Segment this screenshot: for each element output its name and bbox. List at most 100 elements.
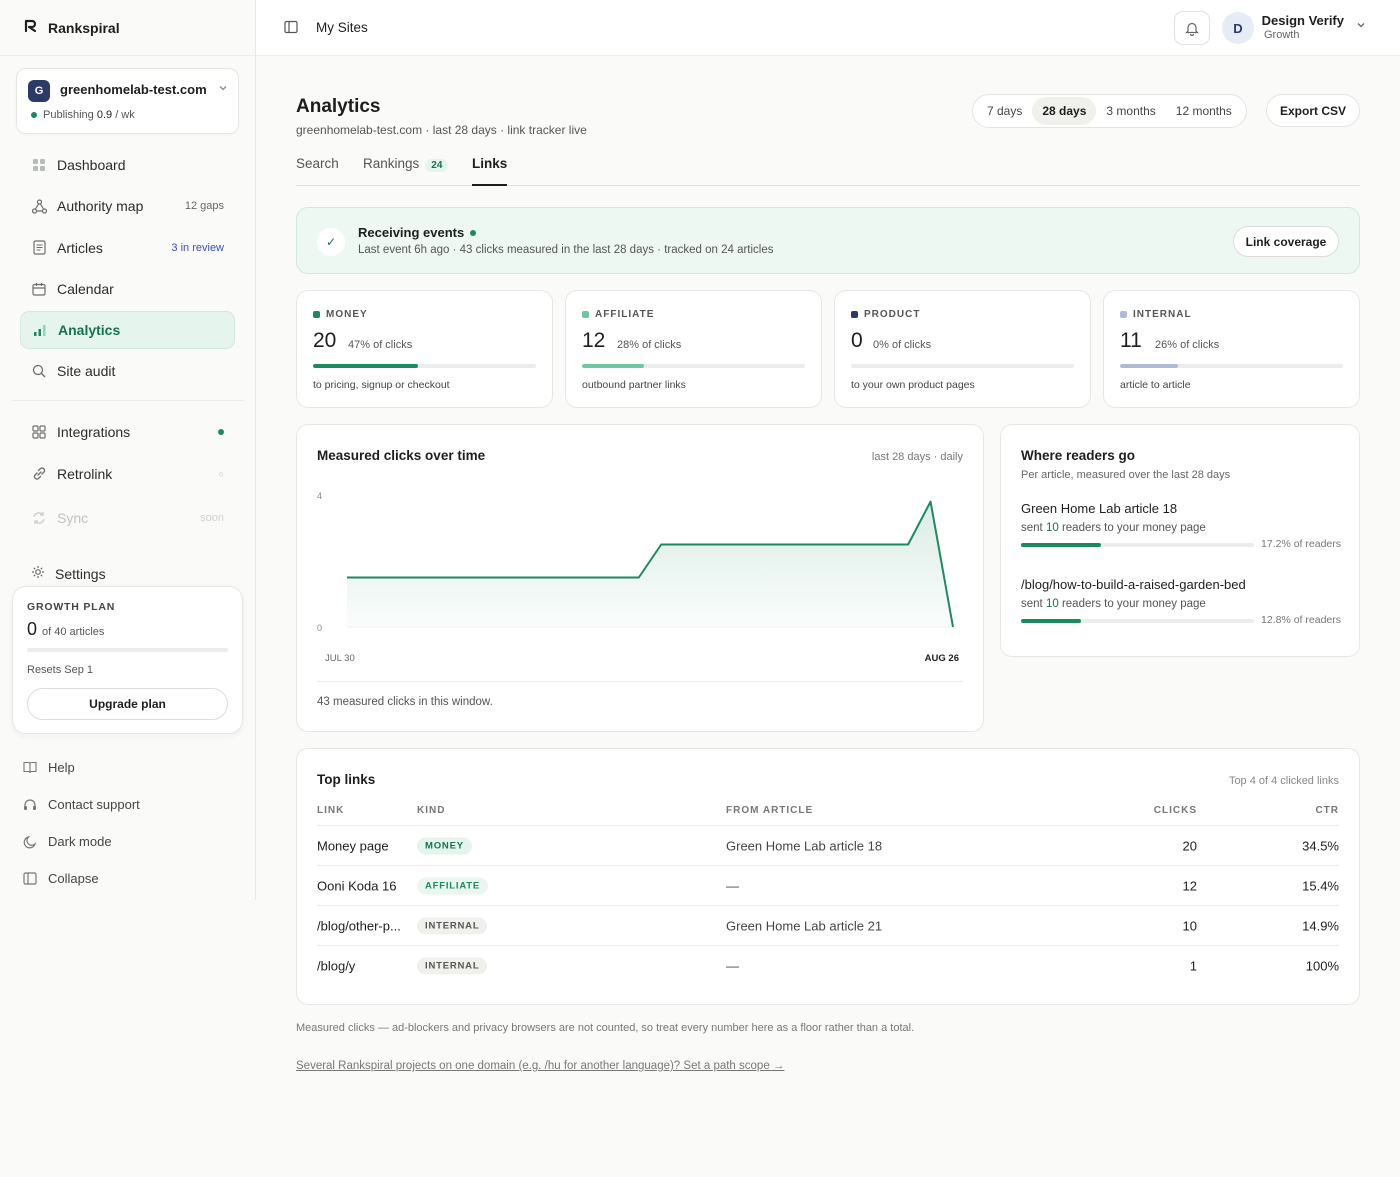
publishing-rate: 0.9 — [96, 109, 113, 121]
kpi-description: to your own product pages — [851, 379, 975, 391]
reader-article-summary: sent 10 readers to your money page — [1021, 522, 1341, 534]
collapse-sidebar-button[interactable]: Collapse — [22, 860, 140, 897]
check-icon: ✓ — [317, 228, 345, 256]
reader-pre: sent — [1021, 522, 1043, 534]
clicks-cell: 20 — [1182, 838, 1197, 853]
sidebar-item-settings[interactable]: Settings — [31, 565, 106, 582]
breadcrumb[interactable]: My Sites — [316, 20, 368, 35]
kpi-label-text: AFFILIATE — [595, 309, 655, 320]
link-coverage-button[interactable]: Link coverage — [1233, 226, 1339, 257]
from-article-cell: — — [726, 878, 739, 893]
kpi-card-affiliate: AFFILIATE 12 28% of clicks outbound part… — [565, 290, 822, 408]
column-header-clicks[interactable]: CLICKS — [1154, 805, 1197, 816]
topbar: My Sites D Design Verify Growth — [256, 0, 1400, 56]
publishing-unit: / wk — [115, 109, 135, 121]
kpi-value: 12 — [582, 329, 606, 352]
reader-share: 12.8% of readers — [1261, 614, 1341, 626]
export-csv-button[interactable]: Export CSV — [1266, 94, 1360, 127]
product-swatch-icon — [851, 311, 858, 318]
column-header-ctr[interactable]: CTR — [1315, 805, 1339, 816]
kpi-label: PRODUCT — [851, 309, 920, 320]
growth-plan-card: GROWTH PLAN 0 of 40 articles Resets Sep … — [12, 586, 243, 734]
sidebar-item-label: Authority map — [57, 198, 144, 215]
reader-share-bar — [1021, 619, 1254, 623]
upgrade-plan-button[interactable]: Upgrade plan — [27, 688, 228, 720]
from-article-cell: Green Home Lab article 21 — [726, 918, 883, 933]
sidebar-item-label: Articles — [57, 239, 103, 256]
chevron-down-icon[interactable] — [1356, 20, 1366, 33]
top-links-title: Top links — [317, 772, 376, 787]
table-header: LINK KIND FROM ARTICLE CLICKS CTR — [317, 801, 1339, 826]
sidebar-item-articles[interactable]: Articles 3 in review — [20, 229, 235, 267]
path-scope-link[interactable]: Several Rankspiral projects on one domai… — [296, 1060, 784, 1072]
reader-count: 10 — [1045, 598, 1059, 610]
kpi-share: 26% of clicks — [1155, 339, 1220, 351]
sync-soon-label: soon — [200, 511, 224, 524]
moon-icon — [22, 835, 38, 849]
range-3-months[interactable]: 3 months — [1096, 97, 1165, 125]
contact-support-link[interactable]: Contact support — [22, 786, 140, 823]
top-links-card: Top links Top 4 of 4 clicked links LINK … — [296, 748, 1360, 1005]
plan-reset-date: Resets Sep 1 — [27, 664, 94, 676]
reader-article-summary: sent 10 readers to your money page — [1021, 598, 1341, 610]
x-tick-label: JUL 30 — [325, 653, 355, 664]
table-row[interactable]: Ooni Koda 16 AFFILIATE — 12 15.4% — [317, 866, 1339, 906]
link-cell: /blog/y — [317, 958, 356, 974]
sidebar-item-authority-map[interactable]: Authority map 12 gaps — [20, 187, 235, 225]
readers-title: Where readers go — [1021, 448, 1136, 463]
kind-badge: INTERNAL — [417, 957, 488, 975]
rankspiral-logo-icon — [24, 19, 38, 37]
kpi-card-internal: INTERNAL 11 26% of clicks article to art… — [1103, 290, 1360, 408]
tab-rankings[interactable]: Rankings 24 — [363, 156, 449, 186]
reader-item[interactable]: Green Home Lab article 18 sent 10 reader… — [1021, 501, 1341, 550]
sidebar-item-analytics[interactable]: Analytics — [20, 311, 235, 350]
retrolink-status: ○ — [218, 468, 224, 479]
clicks-cell: 1 — [1189, 958, 1197, 974]
sidebar-toggle-icon[interactable] — [284, 20, 298, 37]
status-dot-icon — [31, 112, 37, 118]
chart-footer: 43 measured clicks in this window. — [317, 681, 963, 708]
sidebar-item-site-audit[interactable]: Site audit — [20, 352, 235, 390]
range-28-days[interactable]: 28 days — [1032, 97, 1097, 125]
link-cell: Ooni Koda 16 — [317, 878, 397, 893]
range-12-months[interactable]: 12 months — [1166, 97, 1242, 125]
link-cell: /blog/other-p... — [317, 918, 401, 933]
sidebar-item-calendar[interactable]: Calendar — [20, 270, 235, 308]
help-link[interactable]: Help — [22, 749, 140, 786]
table-row[interactable]: /blog/other-p... INTERNAL Green Home Lab… — [317, 906, 1339, 946]
kpi-card-money: MONEY 20 47% of clicks to pricing, signu… — [296, 290, 553, 408]
user-avatar[interactable]: D — [1222, 12, 1254, 44]
sidebar-divider — [12, 400, 244, 402]
money-swatch-icon — [313, 311, 320, 318]
table-row[interactable]: /blog/y INTERNAL — 1 100% — [317, 946, 1339, 986]
clicks-cell: 12 — [1182, 878, 1197, 893]
events-banner: ✓ Receiving events Last event 6h ago · 4… — [296, 207, 1360, 274]
table-row[interactable]: Money page MONEY Green Home Lab article … — [317, 826, 1339, 866]
user-name[interactable]: Design Verify — [1262, 13, 1344, 28]
column-header-kind[interactable]: KIND — [417, 805, 445, 816]
plan-progress-bar — [27, 648, 228, 652]
page-title: Analytics — [296, 96, 381, 117]
sidebar-item-integrations[interactable]: Integrations — [20, 413, 235, 451]
site-avatar: G — [28, 80, 50, 102]
notifications-bell-icon[interactable] — [1174, 11, 1210, 45]
brand[interactable]: Rankspiral — [0, 0, 255, 56]
plan-limit: of 40 articles — [42, 626, 105, 638]
events-title-text: Receiving events — [358, 225, 465, 240]
site-switcher[interactable]: G greenhomelab-test.com Publishing 0.9 /… — [16, 68, 239, 134]
ctr-cell: 15.4% — [1302, 878, 1339, 893]
sidebar-item-dashboard[interactable]: Dashboard — [20, 146, 235, 184]
range-7-days[interactable]: 7 days — [977, 97, 1032, 125]
column-header-from[interactable]: FROM ARTICLE — [726, 805, 813, 816]
tab-links[interactable]: Links — [472, 156, 508, 186]
dark-mode-toggle[interactable]: Dark mode — [22, 823, 140, 860]
column-header-link[interactable]: LINK — [317, 805, 344, 816]
sidebar-item-label: Calendar — [57, 280, 114, 297]
sidebar-item-retrolink[interactable]: Retrolink ○ — [20, 455, 235, 493]
tab-search[interactable]: Search — [296, 156, 339, 186]
reader-article-title: Green Home Lab article 18 — [1021, 501, 1178, 516]
kpi-label: INTERNAL — [1120, 309, 1192, 320]
publishing-status: Publishing 0.9 / wk — [31, 109, 135, 121]
reader-item[interactable]: /blog/how-to-build-a-raised-garden-bed s… — [1021, 577, 1341, 626]
internal-swatch-icon — [1120, 311, 1127, 318]
